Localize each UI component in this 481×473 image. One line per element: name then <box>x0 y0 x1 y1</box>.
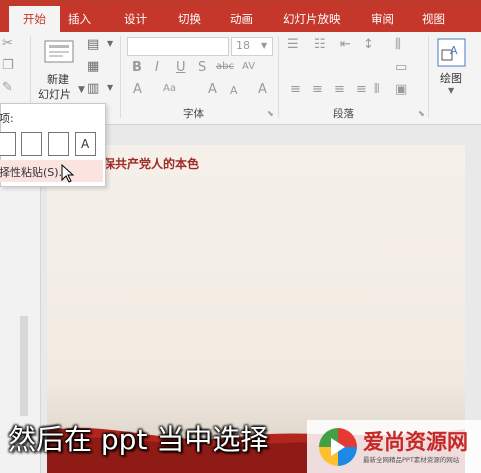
watermark-subtitle: 最新全网精品PPT素材资源的网站 <box>363 456 460 464</box>
shadow-button[interactable]: S <box>198 60 206 75</box>
format-painter-icon[interactable]: ✎ <box>2 80 13 95</box>
font-name-combo[interactable] <box>127 37 229 56</box>
justify-icon[interactable]: ≡ <box>356 82 367 97</box>
drawing-icon[interactable]: A <box>437 38 467 68</box>
group-label-paragraph: 段落 <box>333 108 354 120</box>
font-color-button[interactable]: A <box>133 82 142 97</box>
align-left-icon[interactable]: ≡ <box>290 82 301 97</box>
bullets-icon[interactable]: ☰ <box>287 37 299 52</box>
smartart-icon[interactable]: ▣ <box>395 82 407 97</box>
watermark: 爱尚资源网 最新全网精品PPT素材资源的网站 <box>307 420 481 473</box>
section-icon[interactable]: ▥ <box>87 81 99 96</box>
tab-review[interactable]: 审阅 <box>371 11 394 27</box>
align-text-icon[interactable]: ▭ <box>395 60 407 75</box>
copy-icon[interactable]: ❐ <box>2 58 14 73</box>
change-case-button[interactable]: Aa <box>163 83 176 94</box>
chevron-down-icon[interactable]: ▼ <box>448 86 454 95</box>
watermark-title: 爱尚资源网 <box>363 430 468 454</box>
chevron-down-icon[interactable]: ▼ <box>107 83 113 92</box>
font-size-value: 18 <box>236 39 250 52</box>
italic-button[interactable]: I <box>155 60 159 75</box>
underline-button[interactable]: U <box>176 60 186 75</box>
scrollbar-thumb[interactable] <box>20 316 28 416</box>
cut-icon[interactable]: ✂ <box>2 36 13 51</box>
tab-view[interactable]: 视图 <box>422 11 445 27</box>
paste-special-label: 择性粘贴(S)... <box>0 166 70 179</box>
drawing-label[interactable]: 绘图 <box>440 70 462 86</box>
video-subtitle: 然后在 ppt 当中选择 <box>8 423 269 456</box>
align-right-icon[interactable]: ≡ <box>334 82 345 97</box>
clear-format-button[interactable]: A <box>258 82 267 97</box>
new-slide-icon[interactable] <box>44 38 76 64</box>
play-icon <box>331 438 345 456</box>
new-slide-label-2[interactable]: 幻灯片 <box>38 86 71 102</box>
text-direction-icon[interactable]: ⫼ <box>395 37 401 52</box>
align-center-icon[interactable]: ≡ <box>312 82 323 97</box>
new-slide-label[interactable]: 新建 <box>47 71 69 87</box>
svg-text:A: A <box>450 44 458 57</box>
paste-options-menu: 项: A 择性粘贴(S)... <box>0 103 106 187</box>
group-label-font: 字体 <box>183 108 204 120</box>
strikethrough-button[interactable]: abc <box>216 61 234 72</box>
paste-special-item[interactable]: 择性粘贴(S)... <box>0 160 103 182</box>
line-spacing-icon[interactable]: ↕ <box>363 37 374 52</box>
reset-icon[interactable]: ▦ <box>87 59 99 74</box>
grow-font-button[interactable]: A <box>208 82 217 97</box>
tab-design[interactable]: 设计 <box>124 11 147 27</box>
slide-title[interactable]: 保共产党人的本色 <box>103 155 199 172</box>
paste-picture-icon[interactable] <box>48 132 69 156</box>
tab-home[interactable]: 开始 <box>9 6 60 32</box>
chevron-down-icon[interactable]: ▼ <box>107 39 113 48</box>
paste-text-only-icon[interactable]: A <box>75 132 96 156</box>
paste-destination-theme-icon[interactable] <box>21 132 42 156</box>
tab-insert[interactable]: 插入 <box>68 11 91 27</box>
paste-options-heading: 项: <box>0 112 14 125</box>
chevron-down-icon[interactable]: ▼ <box>78 85 85 95</box>
tab-animations[interactable]: 动画 <box>230 11 253 27</box>
shrink-font-button[interactable]: A <box>230 84 238 97</box>
mouse-cursor-icon <box>61 164 75 183</box>
tab-transitions[interactable]: 切换 <box>178 11 201 27</box>
numbering-icon[interactable]: ☷ <box>314 37 326 52</box>
char-spacing-button[interactable]: AV <box>242 61 255 72</box>
ribbon-tab-bar: 插入 设计 切换 动画 幻灯片放映 审阅 视图 <box>0 6 481 32</box>
layout-icon[interactable]: ▤ <box>87 37 99 52</box>
font-size-combo[interactable]: 18 ▼ <box>231 37 273 56</box>
chevron-down-icon: ▼ <box>261 41 268 50</box>
decrease-indent-icon[interactable]: ⇤ <box>340 37 351 52</box>
tab-slideshow[interactable]: 幻灯片放映 <box>283 11 341 27</box>
bold-button[interactable]: B <box>132 60 142 75</box>
dialog-launcher-icon[interactable]: ⬊ <box>267 109 274 118</box>
paste-keep-format-icon[interactable] <box>0 132 16 156</box>
text-a-glyph: A <box>81 137 90 151</box>
dialog-launcher-icon[interactable]: ⬊ <box>418 109 425 118</box>
columns-icon[interactable]: ⫴ <box>374 82 379 97</box>
